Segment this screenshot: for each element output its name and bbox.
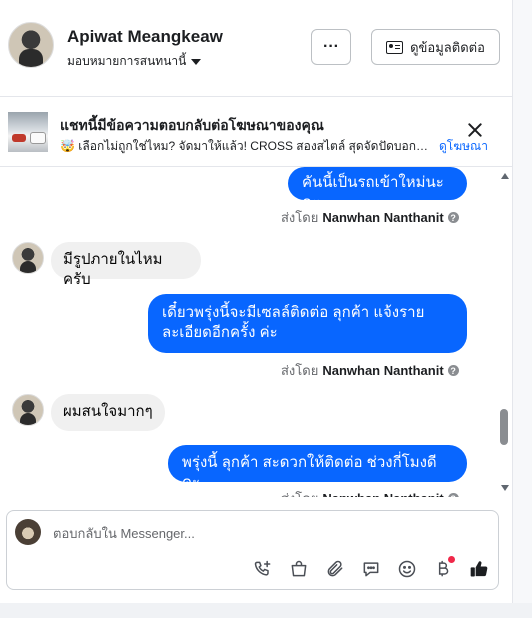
reply-composer xyxy=(6,510,499,590)
thread-scrollbar[interactable] xyxy=(499,173,511,495)
phone-plus-icon[interactable] xyxy=(251,557,275,581)
sent-by-label: ส่งโดย Nanwhan Nanthanit ? xyxy=(281,360,459,381)
message-outgoing[interactable]: พรุ่งนี้ ลุกค้า สะดวกให้ติดต่อ ช่วงกี่โม… xyxy=(168,445,467,491)
baht-icon[interactable] xyxy=(431,556,455,581)
message-outgoing[interactable]: คันนี้เป็นรถเข้าใหม่นะคะ xyxy=(288,167,467,211)
contact-name[interactable]: Apiwat Meangkeaw xyxy=(67,27,223,47)
assign-conversation-dropdown[interactable]: มอบหมายการสนทนานี้ xyxy=(67,52,202,71)
ad-banner-subtitle: 🤯 เลือกไม่ถูกใช่ไหม? จัดมาให้แล้ว! CROSS… xyxy=(60,139,430,153)
message-outgoing[interactable]: เดี๋ยวพรุ่งนี้จะมีเซลล์ติดต่อ ลุกค้า แจ้… xyxy=(148,294,467,353)
ad-banner-title: แชทนี้มีข้อความตอบกลับต่อโฆษณาของคุณ xyxy=(60,117,324,133)
view-contact-info-label: ดูข้อมูลติดต่อ xyxy=(410,39,485,55)
conversation-header: Apiwat Meangkeaw มอบหมายการสนทนานี้ ··· … xyxy=(0,0,512,97)
question-icon[interactable]: ? xyxy=(447,365,459,376)
chat-panel: Apiwat Meangkeaw มอบหมายการสนทนานี้ ··· … xyxy=(0,0,513,603)
scrollbar-thumb[interactable] xyxy=(500,409,508,445)
close-icon[interactable] xyxy=(466,121,484,139)
scroll-down-arrow-icon[interactable] xyxy=(501,485,509,491)
chat-bubble-icon[interactable] xyxy=(359,557,383,581)
page-avatar xyxy=(15,519,41,545)
message-incoming[interactable]: มีรูปภายในไหมครับ xyxy=(51,242,201,288)
message-incoming[interactable]: ผมสนใจมากๆ xyxy=(51,394,165,431)
message-thread[interactable]: คันนี้เป็นรถเข้าใหม่นะคะ ส่งโดย Nanwhan … xyxy=(0,167,512,497)
contact-avatar-small xyxy=(12,242,44,274)
reply-input[interactable] xyxy=(53,523,453,543)
side-gutter xyxy=(513,0,532,618)
composer-toolbar xyxy=(251,556,491,581)
sent-by-label: ส่งโดย Nanwhan Nanthanit ? xyxy=(281,207,459,228)
contact-avatar[interactable] xyxy=(8,22,54,68)
ad-reply-banner: แชทนี้มีข้อความตอบกลับต่อโฆษณาของคุณ 🤯 เ… xyxy=(0,102,512,167)
smiley-icon[interactable] xyxy=(395,557,419,581)
shopping-bag-icon[interactable] xyxy=(287,557,311,581)
caret-down-icon xyxy=(191,58,202,65)
view-ad-link[interactable]: ดูโฆษณา xyxy=(439,137,488,156)
scroll-up-arrow-icon[interactable] xyxy=(501,173,509,179)
contact-avatar-small xyxy=(12,394,44,426)
bottom-gutter xyxy=(0,603,532,618)
question-icon[interactable]: ? xyxy=(447,212,459,223)
thumbs-up-icon[interactable] xyxy=(467,557,491,581)
ad-thumbnail[interactable] xyxy=(8,112,48,152)
paperclip-icon[interactable] xyxy=(323,557,347,581)
contact-card-icon xyxy=(386,40,404,54)
sent-by-label: ส่งโดย Nanwhan Nanthanit ? xyxy=(281,488,459,497)
question-icon[interactable]: ? xyxy=(447,493,459,497)
assign-label: มอบหมายการสนทนานี้ xyxy=(67,54,187,68)
view-contact-info-button[interactable]: ดูข้อมูลติดต่อ xyxy=(371,29,500,65)
more-options-button[interactable]: ··· xyxy=(311,29,351,65)
notification-dot xyxy=(448,556,455,563)
